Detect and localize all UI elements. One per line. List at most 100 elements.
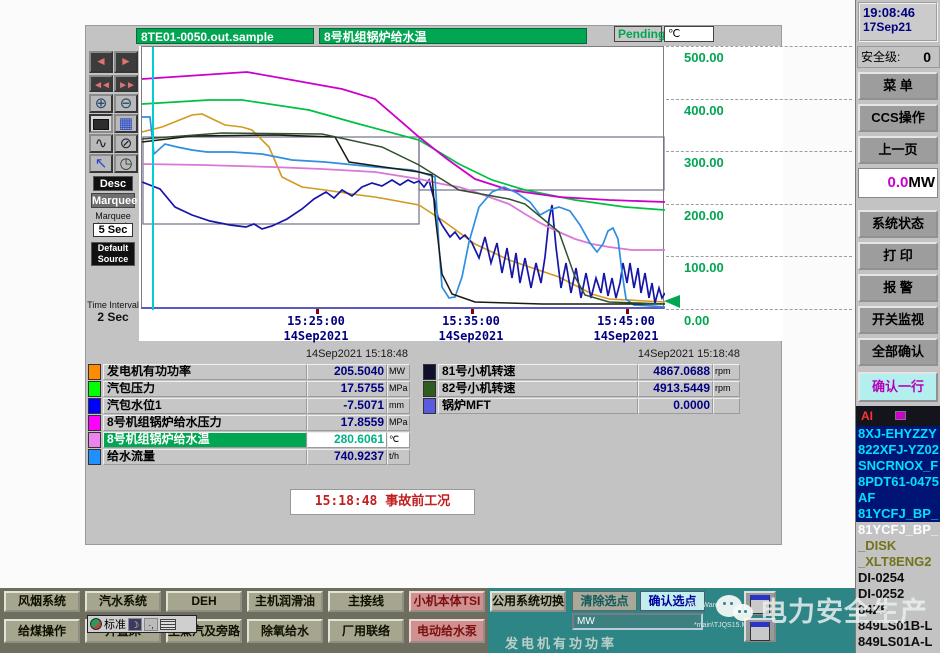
trend-pen-row[interactable]: 锅炉MFT 0.0000 <box>423 398 740 414</box>
alarm-tag[interactable]: 849LS01B-L <box>856 618 940 634</box>
menu-item-deh[interactable]: DEH <box>166 591 242 612</box>
pen-unit: rpm <box>713 364 740 380</box>
keyboard-icon[interactable] <box>160 618 176 630</box>
tick-date: 14Sep2021 <box>438 329 504 343</box>
pen-value: 0.0000 <box>638 398 713 414</box>
menu-item-steam-water-system[interactable]: 汽水系统 <box>85 591 161 612</box>
alarm-tag[interactable]: AF <box>856 490 940 506</box>
menu-item-motor-feed-pump[interactable]: 电动给水泵 <box>409 619 485 643</box>
x-axis-tick-label: 15:25:00 14Sep2021 <box>261 314 371 344</box>
x-axis-tick-label: 15:35:00 14Sep2021 <box>416 314 526 344</box>
screen: 8TE01-0050.out.sample 8号机组锅炉给水温 Pending.… <box>0 0 940 653</box>
window-shortcut-icon[interactable] <box>744 618 776 642</box>
software-path-text: /SoftWare <box>688 602 719 609</box>
time-interval-value: 2 Sec <box>97 310 129 324</box>
pen-color-swatch <box>423 364 436 380</box>
alarm-tag[interactable]: 84Z5 <box>856 602 940 618</box>
sidebar-item-ccs-ops[interactable]: CCS操作 <box>858 104 938 132</box>
spectrum-icon[interactable]: ∿ <box>89 134 113 153</box>
menu-item-deaerator-feedwater[interactable]: 除氧给水 <box>247 619 323 643</box>
clock-display: 19:08:46 17Sep21 <box>858 2 938 42</box>
alarm-tag[interactable]: DI-0252 <box>856 586 940 602</box>
table-view-icon[interactable]: ▦ <box>114 114 138 133</box>
pen-name[interactable]: 82号小机转速 <box>438 381 638 397</box>
power-value: 0.0 <box>887 174 909 191</box>
marquee-interval-value[interactable]: 5 Sec <box>93 223 133 237</box>
step-forward-button[interactable]: ► <box>114 51 138 73</box>
tag-desc-field[interactable]: 8号机组锅炉给水温 <box>319 28 587 44</box>
desc-button[interactable]: Desc <box>93 176 133 191</box>
security-level-value: 0 <box>923 49 931 65</box>
marquee-selection-box[interactable] <box>418 136 665 191</box>
mw-input-field[interactable]: MW <box>572 613 703 630</box>
ime-standard-label: 标准 <box>104 619 126 631</box>
sidebar-item-alarm[interactable]: 报 警 <box>858 274 938 302</box>
y-axis-tick-label: 100.00 <box>684 260 724 276</box>
sidebar-item-ack-row[interactable]: 确认一行 <box>858 372 938 402</box>
alarm-tag[interactable]: 822XFJ-YZ02 <box>856 442 940 458</box>
chart-view-icon[interactable] <box>89 114 113 133</box>
date-text: 17Sep21 <box>863 20 912 34</box>
alarm-tag[interactable]: _DISK <box>856 538 940 554</box>
menu-item-plant-tie[interactable]: 厂用联络 <box>328 619 404 643</box>
window-shortcut-icon[interactable] <box>744 591 776 615</box>
y-axis-tick-label: 0.00 <box>684 313 710 328</box>
zoom-out-icon[interactable]: ⊖ <box>114 94 138 113</box>
alarm-tag-icon <box>895 411 906 420</box>
ime-mode-icon[interactable] <box>90 618 102 630</box>
trend-pen-row[interactable]: 82号小机转速 4913.5449 rpm <box>423 381 740 397</box>
pen-color-swatch <box>423 381 436 397</box>
sidebar-item-print[interactable]: 打 印 <box>858 242 938 270</box>
sidebar-item-ack-all[interactable]: 全部确认 <box>858 338 938 366</box>
ime-toolbar[interactable]: 标准 ☽ ·, <box>87 615 197 633</box>
alarm-tag[interactable]: SNCRNOX_F <box>856 458 940 474</box>
y-axis-tick-label: 500.00 <box>684 50 724 65</box>
pen-name[interactable]: 81号小机转速 <box>438 364 638 380</box>
trend-plot[interactable] <box>141 46 665 314</box>
disable-icon[interactable]: ⊘ <box>114 134 138 153</box>
menu-item-main-wiring[interactable]: 主接线 <box>328 591 404 612</box>
punctuation-icon[interactable]: ·, <box>144 617 158 631</box>
cursor-icon[interactable]: ↖ <box>89 154 113 173</box>
alarm-tag[interactable]: _XLT8ENG2 <box>856 554 940 570</box>
alarm-tag[interactable]: DI-0254 <box>856 570 940 586</box>
generator-power-label: 发电机有功功率 <box>505 636 618 651</box>
y-axis-tick-label: 300.00 <box>684 155 724 171</box>
alarm-tag[interactable]: 849LS01A-L <box>856 634 940 650</box>
menu-item-bfpt-tsi[interactable]: 小机本体TSI <box>409 591 485 612</box>
default-source-button[interactable]: Default Source <box>91 242 135 266</box>
y-axis-tick-label: 200.00 <box>684 207 724 223</box>
menu-item-common-system-switch[interactable]: 公用系统切换 <box>490 591 566 612</box>
security-level-label: 安全级: <box>861 50 901 64</box>
menu-item-turbine-lube-oil[interactable]: 主机润滑油 <box>247 591 323 612</box>
alarm-tag[interactable]: 8XJ-EHYZZY <box>856 426 940 442</box>
page-back-button[interactable]: ◄◄ <box>89 75 113 92</box>
alarm-tag[interactable]: 81YCFJ_BP_ <box>856 522 940 538</box>
page-forward-button[interactable]: ►► <box>114 75 138 92</box>
security-level-row: 安全级: 0 <box>857 46 940 68</box>
pen-value: 4913.5449 <box>638 381 713 397</box>
sidebar-item-switch-monitor[interactable]: 开关监视 <box>858 306 938 334</box>
time-cursor-icon[interactable]: ◷ <box>114 154 138 173</box>
step-back-button[interactable]: ◄ <box>89 51 113 73</box>
alarm-tag[interactable]: 81YCFJ_BP_ <box>856 506 940 522</box>
time-text: 19:08:46 <box>863 5 916 20</box>
power-unit: MW <box>908 174 935 191</box>
sidebar-item-prev-page[interactable]: 上一页 <box>858 136 938 164</box>
alarm-tag[interactable]: 8PDT61-0475 <box>856 474 940 490</box>
clear-selection-button[interactable]: 清除选点 <box>572 591 637 611</box>
sidebar-item-menu[interactable]: 菜 单 <box>858 72 938 100</box>
tick-time: 15:45:00 <box>597 314 655 328</box>
pen-color-swatch <box>423 398 436 414</box>
menu-item-coal-feed-ops[interactable]: 给煤操作 <box>4 619 80 643</box>
pen-unit <box>713 398 740 414</box>
marquee-button[interactable]: Marquee <box>91 193 137 208</box>
menu-item-fan-flue-system[interactable]: 风烟系统 <box>4 591 80 612</box>
pen-name[interactable]: 锅炉MFT <box>438 398 638 414</box>
zoom-in-icon[interactable]: ⊕ <box>89 94 113 113</box>
trend-curve-drum-pressure <box>142 99 665 211</box>
trend-pen-row[interactable]: 81号小机转速 4867.0688 rpm <box>423 364 740 380</box>
tag-name-field[interactable]: 8TE01-0050.out.sample <box>136 28 314 44</box>
moon-icon[interactable]: ☽ <box>128 617 142 631</box>
sidebar-item-system-status[interactable]: 系统状态 <box>858 210 938 238</box>
